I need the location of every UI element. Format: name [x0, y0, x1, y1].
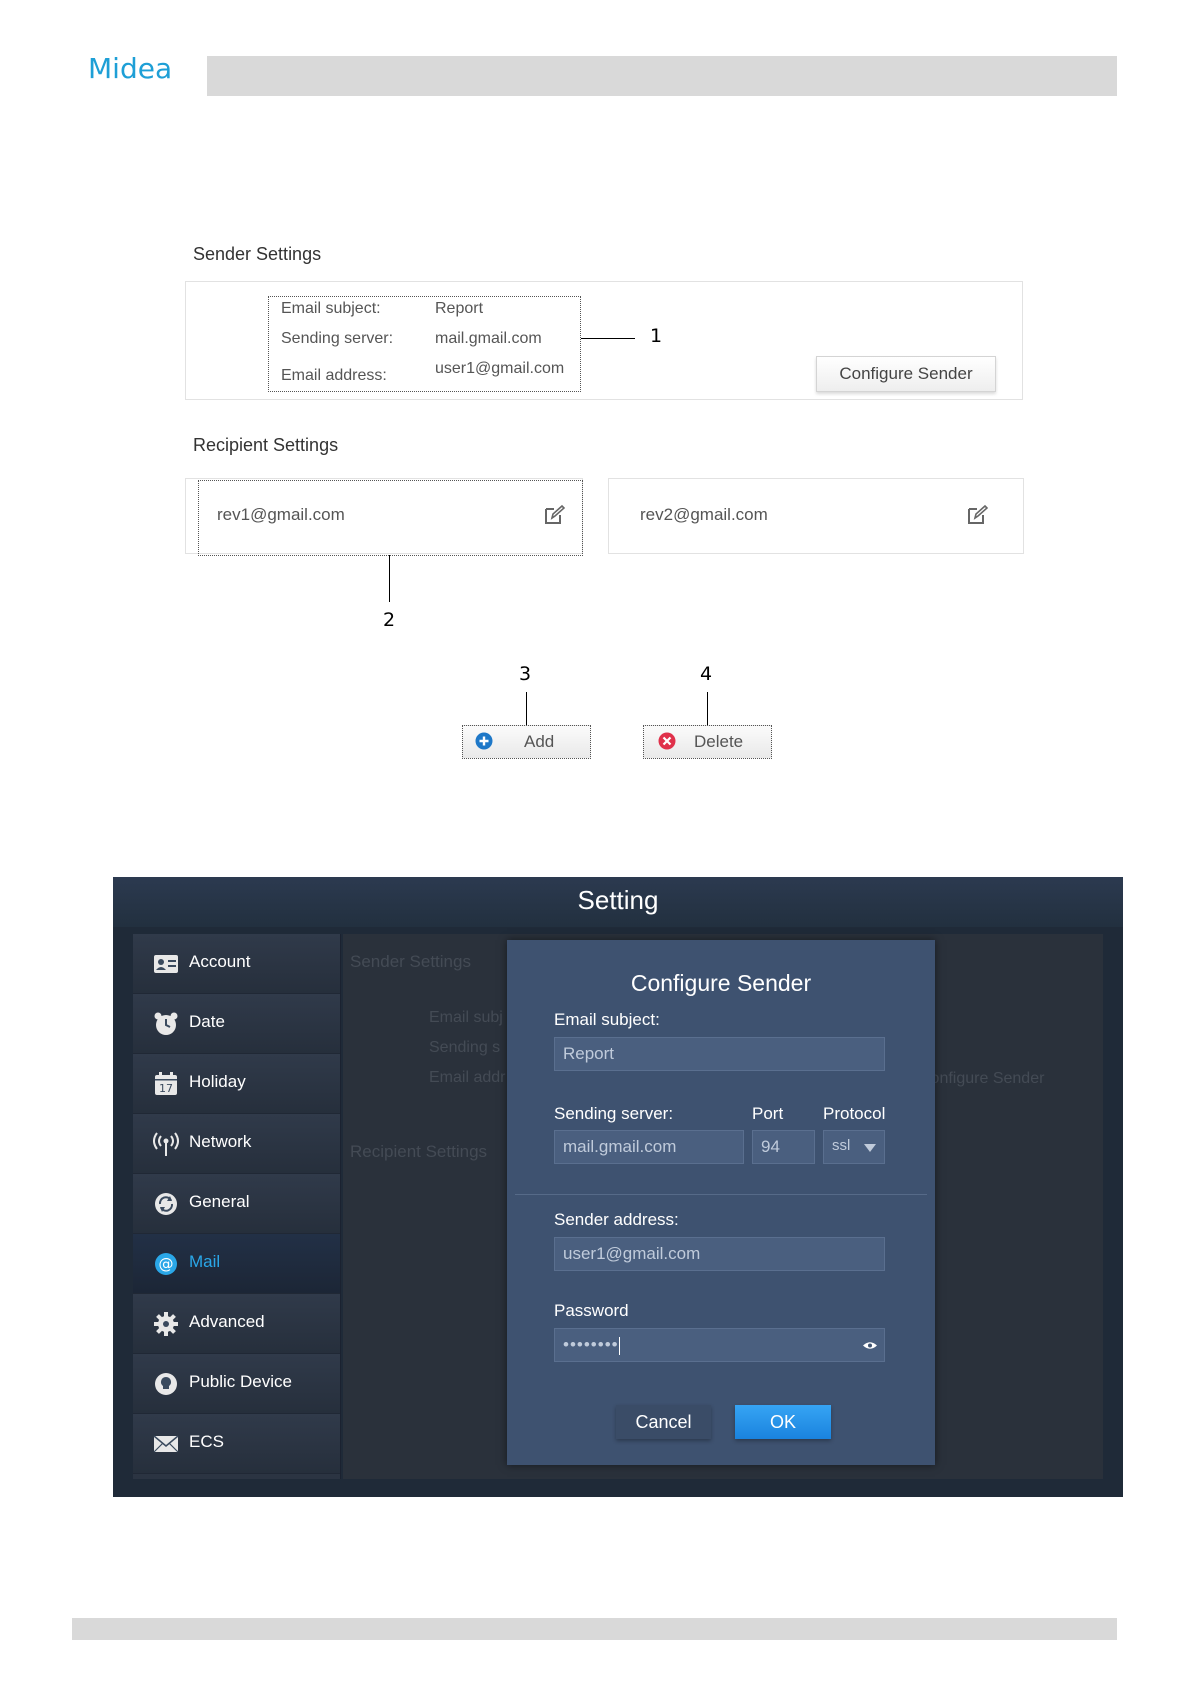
plus-circle-icon	[475, 732, 493, 750]
sidebar-item-advanced[interactable]: Advanced	[133, 1294, 340, 1354]
network-icon	[153, 1132, 179, 1156]
refresh-icon	[155, 1193, 177, 1215]
chevron-down-icon	[864, 1144, 876, 1152]
clock-icon	[154, 1012, 178, 1035]
header-bar	[207, 56, 1117, 96]
callout-2: 2	[383, 609, 396, 631]
bg-server-label: Sending s	[429, 1039, 501, 1056]
text-cursor	[618, 1336, 620, 1355]
sidebar-item-public-device[interactable]: Public Device	[133, 1354, 340, 1414]
sender-address-label: Sender address:	[554, 1210, 679, 1229]
mail-at-icon: @	[155, 1253, 177, 1275]
bulb-icon	[155, 1373, 177, 1395]
sidebar-item-account[interactable]: Account	[133, 934, 340, 994]
sidebar-item-holiday[interactable]: 17 Holiday	[133, 1054, 340, 1114]
sidebar-item-date[interactable]: Date	[133, 994, 340, 1054]
gear-icon	[154, 1312, 178, 1336]
dialog-separator	[515, 1194, 927, 1195]
sidebar-item-mail[interactable]: @ Mail	[133, 1234, 340, 1294]
dialog-title: Configure Sender	[630, 970, 812, 996]
midea-logo: Midea	[88, 52, 173, 85]
setting-screenshot: Setting Account Date 17 Holiday Network …	[113, 877, 1123, 1497]
email-subject-value: Report	[435, 300, 484, 317]
sidebar-label-public-device: Public Device	[189, 1372, 292, 1391]
sending-server-value: mail.gmail.com	[435, 330, 542, 347]
add-button[interactable]: Add	[462, 725, 591, 759]
add-label: Add	[524, 732, 555, 751]
sender-settings-title: Sender Settings	[193, 244, 322, 264]
sidebar-label-account: Account	[189, 952, 251, 971]
configure-sender-button[interactable]: Configure Sender	[816, 356, 996, 392]
sidebar-item-ecs[interactable]: ECS	[133, 1414, 340, 1474]
bg-address-label: Email addr	[429, 1069, 506, 1086]
recipient-settings-title: Recipient Settings	[193, 435, 339, 455]
sidebar-label-general: General	[189, 1192, 250, 1211]
bg-configure-sender-button: Configure Sender	[919, 1070, 1045, 1087]
calendar-day: 17	[159, 1082, 173, 1095]
sidebar-label-date: Date	[189, 1012, 225, 1031]
eye-icon[interactable]	[863, 1341, 877, 1350]
envelope-icon	[153, 1435, 179, 1453]
sidebar-label-holiday: Holiday	[189, 1072, 246, 1091]
bg-sender-title: Sender Settings	[350, 952, 471, 971]
callout-1: 1	[650, 325, 663, 347]
email-subject-label: Email subject:	[554, 1010, 660, 1029]
port-input[interactable]: 94	[752, 1130, 815, 1164]
sidebar-item-network[interactable]: Network	[133, 1114, 340, 1174]
protocol-label: Protocol	[823, 1104, 886, 1123]
email-subject-input[interactable]: Report	[554, 1037, 885, 1071]
sidebar-label-advanced: Advanced	[189, 1312, 265, 1331]
svg-text:@: @	[159, 1255, 174, 1273]
sidebar-label-ecs: ECS	[189, 1432, 224, 1451]
callout-line-1	[581, 338, 635, 339]
port-label: Port	[752, 1104, 784, 1123]
protocol-value: ssl	[832, 1137, 851, 1154]
window-title: Setting	[577, 885, 659, 915]
recipient-email-2[interactable]: rev2@gmail.com	[640, 505, 768, 525]
ok-button[interactable]: OK	[735, 1405, 831, 1439]
callout-3: 3	[519, 663, 532, 685]
email-subject-label: Email subject:	[281, 300, 381, 317]
account-icon	[154, 955, 178, 973]
calendar-icon: 17	[155, 1072, 177, 1095]
protocol-select[interactable]: ssl	[823, 1130, 885, 1164]
sidebar-item-general[interactable]: General	[133, 1174, 340, 1234]
close-circle-icon	[658, 732, 676, 750]
sender-address-input[interactable]: user1@gmail.com	[554, 1237, 885, 1271]
callout-line-2	[389, 555, 390, 602]
sending-server-label: Sending server:	[554, 1104, 674, 1123]
bg-subject-label: Email subj	[429, 1009, 503, 1026]
bg-recipient-title: Recipient Settings	[350, 1142, 488, 1161]
recipient-email-1[interactable]: rev1@gmail.com	[217, 505, 345, 525]
configure-sender-dialog: Configure Sender Email subject: Report S…	[507, 940, 935, 1465]
sending-server-input[interactable]: mail.gmail.com	[554, 1130, 744, 1164]
edit-icon[interactable]	[966, 504, 988, 526]
email-address-label: Email address:	[281, 367, 387, 384]
email-address-value: user1@gmail.com	[435, 360, 565, 377]
sending-server-label: Sending server:	[281, 330, 394, 347]
callout-line-3	[526, 692, 527, 725]
password-value: ••••••••	[563, 1335, 619, 1354]
delete-button[interactable]: Delete	[643, 725, 772, 759]
password-label: Password	[554, 1301, 629, 1320]
footer-bar	[72, 1618, 1117, 1640]
callout-line-4	[707, 692, 708, 725]
callout-4: 4	[700, 663, 713, 685]
cancel-button[interactable]: Cancel	[616, 1405, 711, 1439]
delete-label: Delete	[694, 732, 744, 751]
password-input[interactable]: ••••••••	[554, 1328, 885, 1362]
sidebar-label-network: Network	[189, 1132, 252, 1151]
edit-icon[interactable]	[543, 504, 565, 526]
sidebar-label-mail: Mail	[189, 1252, 221, 1271]
settings-sidebar: Account Date 17 Holiday Network General …	[133, 934, 341, 1479]
